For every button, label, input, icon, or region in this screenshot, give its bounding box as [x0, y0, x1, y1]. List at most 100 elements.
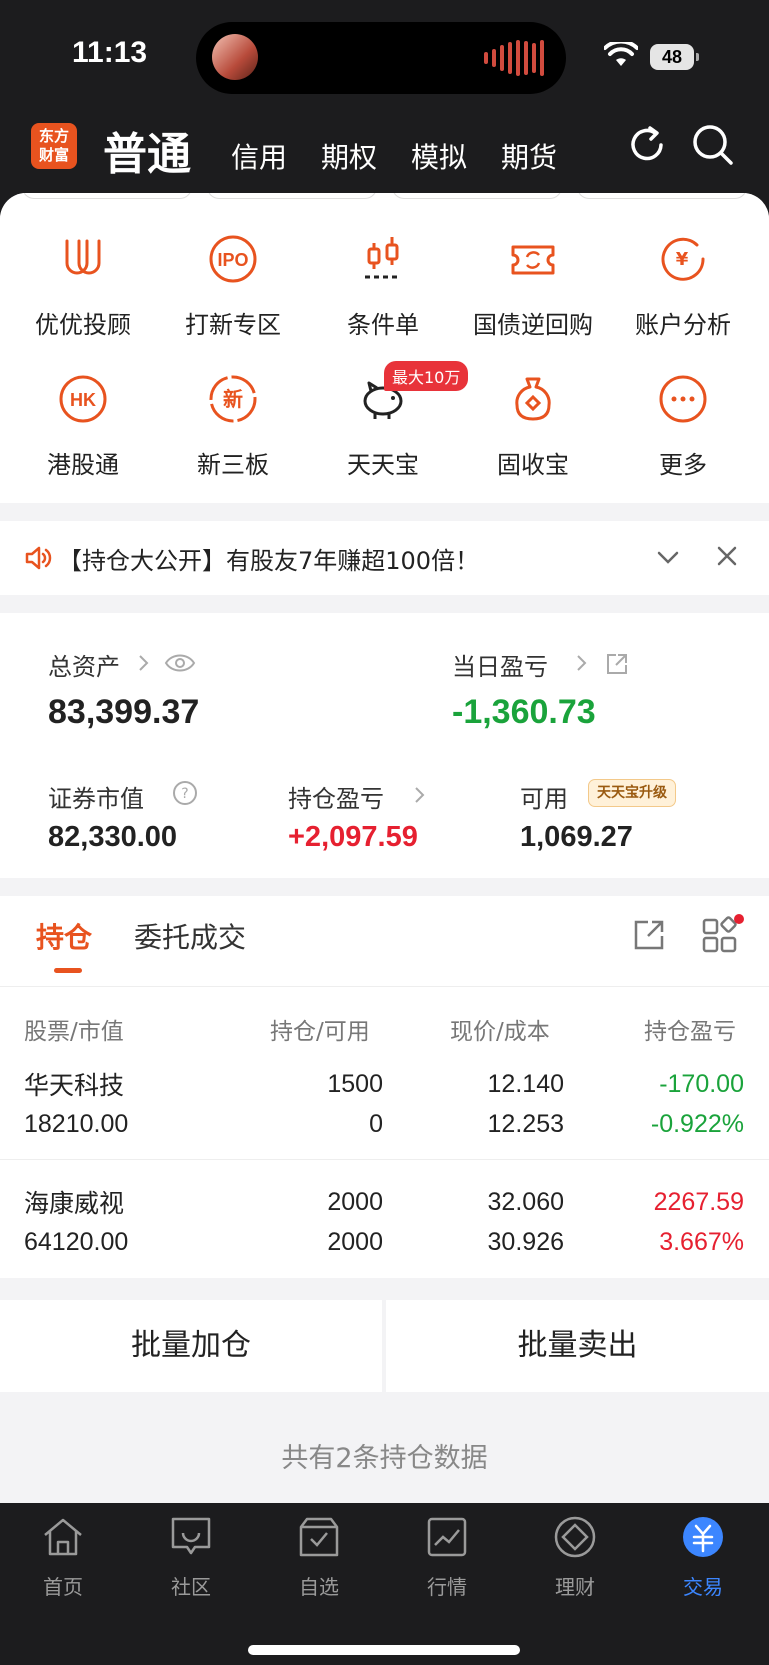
- col-header-stock[interactable]: 股票/市值: [24, 1012, 124, 1046]
- tabbar-label: 行情: [427, 1575, 467, 1599]
- quick-label: 优优投顾: [35, 311, 131, 339]
- trade-icon: [683, 1517, 723, 1557]
- home-indicator[interactable]: [248, 1645, 520, 1655]
- tab-positions[interactable]: 持仓: [36, 916, 92, 956]
- quick-more[interactable]: 更多: [608, 373, 758, 480]
- tabbar-home[interactable]: 首页: [13, 1515, 113, 1600]
- upgrade-badge[interactable]: 天天宝升级: [588, 779, 676, 807]
- top-navigation: 东方 财富 普通 信用 期权 模拟 期货: [0, 110, 769, 200]
- tab-credit[interactable]: 信用: [231, 136, 287, 176]
- quick-label: 天天宝: [347, 451, 419, 479]
- grid-layout-icon[interactable]: [702, 914, 746, 954]
- eye-icon[interactable]: [164, 651, 196, 675]
- hk-connect-icon: HK: [59, 375, 107, 423]
- quick-fixed-income[interactable]: 固收宝: [458, 373, 608, 480]
- tiantianbao-badge: 最大10万: [384, 361, 469, 391]
- close-icon[interactable]: [716, 545, 738, 567]
- cost-price: 30.926: [487, 1228, 564, 1256]
- tabbar-trade[interactable]: 交易: [653, 1515, 753, 1600]
- tabbar-community[interactable]: 社区: [141, 1515, 241, 1600]
- card-peek: [22, 193, 192, 199]
- quick-bond-repo[interactable]: 国债逆回购: [458, 233, 608, 340]
- asset-summary: 总资产 83,399.37 当日盈亏 -1,360.73 证券市值 ? 82,3…: [0, 613, 769, 878]
- position-qty: 2000: [327, 1188, 383, 1216]
- tabbar-watchlist[interactable]: 自选: [269, 1515, 369, 1600]
- quick-neeq[interactable]: 新 新三板: [158, 373, 308, 480]
- batch-actions: 批量加仓 批量卖出: [0, 1300, 769, 1392]
- tab-options[interactable]: 期权: [321, 136, 377, 176]
- main-content: 优优投顾 IPO 打新专区 条件单 国债逆回购 ¥ 账户分析 HK 港股通 新 …: [0, 193, 769, 1503]
- tabbar-market[interactable]: 行情: [397, 1515, 497, 1600]
- col-header-pnl[interactable]: 持仓盈亏: [644, 1012, 744, 1046]
- quick-account-analysis[interactable]: ¥ 账户分析: [608, 233, 758, 340]
- quick-conditional-order[interactable]: 条件单: [308, 233, 458, 340]
- divider: [0, 1159, 769, 1160]
- chevron-right-icon[interactable]: [574, 653, 588, 673]
- chevron-down-icon[interactable]: [656, 547, 680, 567]
- help-icon[interactable]: ?: [172, 780, 198, 806]
- position-qty: 1500: [327, 1070, 383, 1098]
- card-peek: [207, 193, 377, 199]
- candlestick-icon: [365, 237, 401, 279]
- batch-add-button[interactable]: 批量加仓: [0, 1300, 382, 1392]
- notice-banner[interactable]: 【持仓大公开】有股友7年赚超100倍！: [0, 521, 769, 595]
- tabbar-label: 首页: [43, 1575, 83, 1599]
- holdings-count-text: 共有2条持仓数据: [281, 1443, 488, 1474]
- tabbar-label: 理财: [555, 1575, 595, 1599]
- tab-simulation[interactable]: 模拟: [411, 136, 467, 176]
- quick-label: 账户分析: [635, 311, 731, 339]
- card-peek: [577, 193, 747, 199]
- chevron-right-icon[interactable]: [412, 785, 426, 805]
- quick-uu-advisor[interactable]: 优优投顾: [8, 233, 158, 340]
- available-qty: 0: [369, 1110, 383, 1138]
- tab-normal[interactable]: 普通: [103, 118, 191, 182]
- uu-advisor-icon: [65, 239, 101, 275]
- daily-pnl-label[interactable]: 当日盈亏: [452, 647, 548, 682]
- market-icon: [427, 1517, 467, 1557]
- refresh-icon[interactable]: [624, 122, 670, 168]
- notice-text: 【持仓大公开】有股友7年赚超100倍！: [58, 547, 480, 575]
- quick-label: 港股通: [47, 451, 119, 479]
- tab-futures[interactable]: 期货: [501, 136, 557, 176]
- status-time: 11:13: [72, 36, 148, 69]
- market-value: 82,330.00: [48, 821, 178, 853]
- stock-market-value: 64120.00: [24, 1228, 129, 1256]
- quick-label: 国债逆回购: [473, 311, 593, 339]
- ipo-icon: IPO: [209, 235, 257, 283]
- batch-sell-button[interactable]: 批量卖出: [386, 1300, 769, 1392]
- daily-pnl-value: -1,360.73: [452, 693, 596, 731]
- watchlist-icon: [299, 1517, 339, 1557]
- neeq-icon: 新: [209, 375, 257, 423]
- export-icon[interactable]: [632, 918, 666, 952]
- search-icon[interactable]: [690, 122, 736, 168]
- tabbar-label: 交易: [683, 1575, 723, 1599]
- tab-orders[interactable]: 委托成交: [134, 916, 246, 956]
- quick-hk-connect[interactable]: HK 港股通: [8, 373, 158, 480]
- bottom-tab-bar: 首页 社区 自选 行情 理财 交易: [0, 1503, 769, 1665]
- position-pnl: -170.00: [659, 1070, 744, 1098]
- chevron-right-icon[interactable]: [136, 653, 150, 673]
- more-icon: [659, 375, 707, 423]
- audio-wave-icon: [484, 40, 544, 76]
- holdings-panel: 持仓 委托成交 股票/市值 持仓/可用 现价/成本 持仓盈亏 华天科技 1821…: [0, 896, 769, 1278]
- total-assets-label[interactable]: 总资产: [48, 647, 120, 682]
- quick-label: 更多: [659, 451, 707, 479]
- position-pnl-label[interactable]: 持仓盈亏: [288, 779, 384, 814]
- money-bag-icon: [515, 377, 551, 421]
- share-external-icon[interactable]: [604, 651, 630, 677]
- bond-repo-icon: [511, 245, 555, 275]
- quick-actions-grid: 优优投顾 IPO 打新专区 条件单 国债逆回购 ¥ 账户分析 HK 港股通 新 …: [0, 193, 769, 503]
- now-playing-avatar: [212, 34, 258, 80]
- svg-text:新: 新: [223, 387, 243, 411]
- position-pnl-pct: -0.922%: [650, 1110, 744, 1138]
- position-pnl-value: +2,097.59: [288, 821, 418, 853]
- position-pnl: 2267.59: [653, 1188, 744, 1216]
- tabbar-wealth[interactable]: 理财: [525, 1515, 625, 1600]
- dynamic-island[interactable]: [196, 22, 566, 94]
- col-header-position[interactable]: 持仓/可用: [270, 1012, 370, 1046]
- active-tab-indicator: [54, 968, 82, 973]
- svg-text:HK: HK: [70, 390, 96, 410]
- stock-market-value: 18210.00: [24, 1110, 129, 1138]
- quick-ipo[interactable]: IPO 打新专区: [158, 233, 308, 340]
- col-header-price[interactable]: 现价/成本: [450, 1012, 550, 1046]
